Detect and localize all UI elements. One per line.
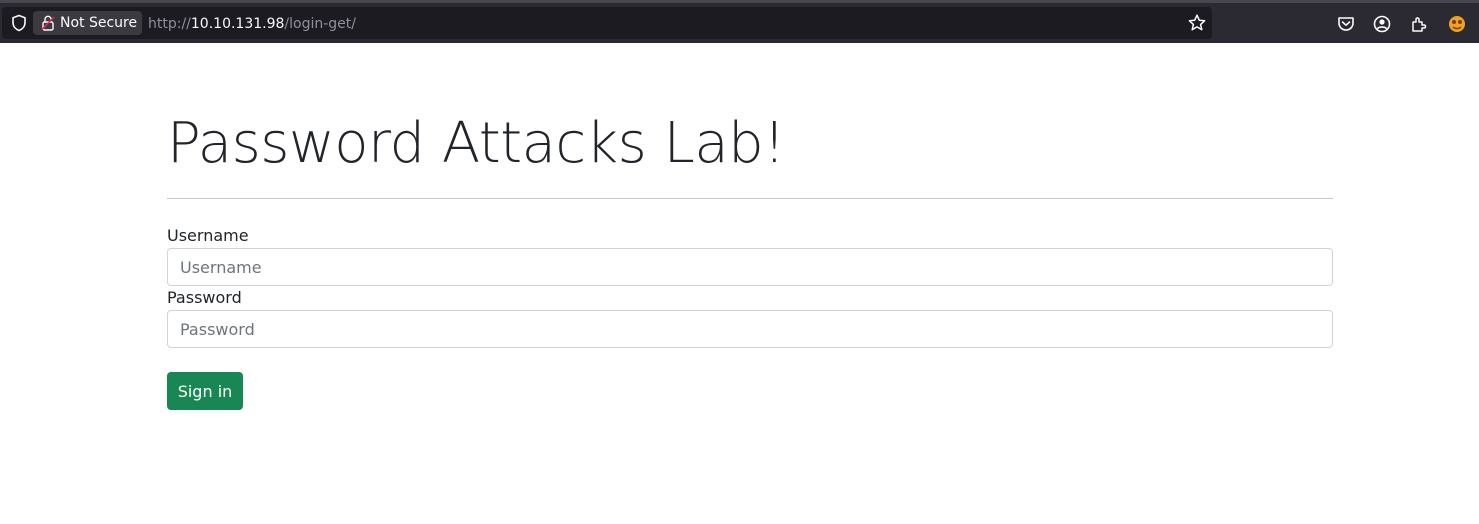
browser-toolbar: Not Secure http://10.10.131.98/login-get… <box>0 0 1479 43</box>
account-icon[interactable] <box>1372 14 1392 34</box>
divider <box>167 198 1333 199</box>
sign-in-button[interactable]: Sign in <box>167 372 243 410</box>
page-title: Password Attacks Lab! <box>167 111 786 176</box>
security-indicator[interactable]: Not Secure <box>33 11 142 35</box>
url-path: /login-get/ <box>284 16 356 32</box>
username-label: Username <box>167 226 249 245</box>
url-text[interactable]: http://10.10.131.98/login-get/ <box>148 16 356 32</box>
extensions-icon[interactable] <box>1409 14 1429 34</box>
star-icon[interactable] <box>1187 13 1207 33</box>
password-input[interactable] <box>167 310 1333 348</box>
password-label: Password <box>167 288 242 307</box>
security-label: Not Secure <box>60 15 138 31</box>
profile-avatar-icon[interactable] <box>1447 14 1467 34</box>
address-bar[interactable]: Not Secure http://10.10.131.98/login-get… <box>2 7 1212 39</box>
shield-icon[interactable] <box>10 14 28 32</box>
url-scheme: http:// <box>148 16 191 32</box>
pocket-icon[interactable] <box>1336 14 1356 34</box>
url-host: 10.10.131.98 <box>190 16 285 32</box>
username-input[interactable] <box>167 248 1333 286</box>
lock-broken-icon <box>41 15 55 31</box>
